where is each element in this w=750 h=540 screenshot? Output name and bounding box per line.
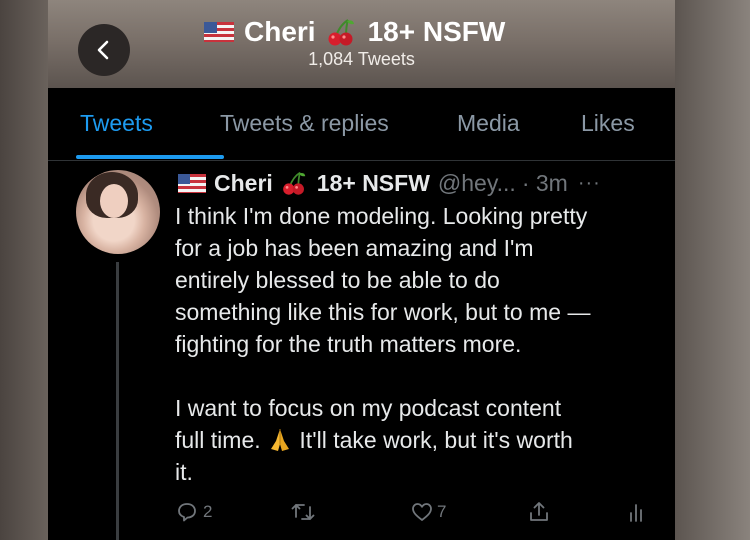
folded-hands-emoji-icon [271,429,290,451]
tab-media[interactable]: Media [457,110,520,137]
phone-screen: Cheri 18+ NSFW 1,084 Tweets Tweets Tweet… [48,0,675,540]
tweet-line: entirely blessed to be able to do [175,267,500,293]
tweet-line: fighting for the truth matters more. [175,331,522,357]
tweet-line: full time. It'll take work, but it's wor… [175,424,655,456]
retweet-button[interactable] [290,500,316,524]
analytics-button[interactable] [627,500,649,524]
analytics-icon [630,504,642,522]
retweet-icon [291,504,315,520]
tweet-line-part: It'll take work, but it's worth [293,427,573,453]
tweet-badge-text: 18+ NSFW [316,169,430,196]
profile-tabs: Tweets Tweets & replies Media Likes [48,88,675,161]
heart-icon [412,503,432,521]
tab-likes[interactable]: Likes [581,110,635,137]
tweet-line-part: full time. [175,427,268,453]
backdrop-left [0,0,48,540]
reply-icon [178,503,196,522]
header-display-name: Cheri [244,16,316,47]
tweet-header: Cheri 18+ NSFW @hey... · 3m ··· [178,168,601,198]
active-tab-indicator [76,155,224,159]
cherry-emoji-icon [328,19,354,46]
like-count: 7 [437,502,447,521]
profile-header: Cheri 18+ NSFW 1,084 Tweets [48,0,675,88]
tweet-count: 1,084 Tweets [308,49,415,69]
tweet-line: I want to focus on my podcast content [175,395,562,421]
share-button[interactable] [527,500,551,524]
share-icon [530,502,548,521]
header-title: Cheri 18+ NSFW [204,14,505,50]
backdrop-right [675,0,750,540]
tweet-actions: 2 7 [175,500,645,532]
header-badge-text: 18+ NSFW [367,16,506,47]
tweet-line: it. [175,459,193,485]
avatar[interactable] [76,170,160,254]
tweet-handle[interactable]: @hey... [438,170,516,197]
tab-tweets-and-replies[interactable]: Tweets & replies [220,110,389,137]
us-flag-icon [178,173,206,193]
cherry-emoji-icon [282,171,306,195]
tweet-display-name[interactable]: Cheri [214,170,273,197]
tweet-line: for a job has been amazing and I'm [175,235,534,261]
tab-tweets[interactable]: Tweets [80,110,153,137]
tweet-time[interactable]: · 3m [522,170,568,197]
tweet-line: I think I'm done modeling. Looking prett… [175,203,588,229]
thread-line [116,262,119,540]
reply-button[interactable]: 2 [175,500,212,524]
like-button[interactable]: 7 [410,500,446,524]
tweet-line: something like this for work, but to me … [175,299,591,325]
us-flag-icon [204,22,234,42]
tweet-text: I think I'm done modeling. Looking prett… [175,200,655,488]
avatar-face [100,184,128,218]
reply-count: 2 [203,502,213,521]
more-options-icon[interactable]: ··· [578,172,601,195]
